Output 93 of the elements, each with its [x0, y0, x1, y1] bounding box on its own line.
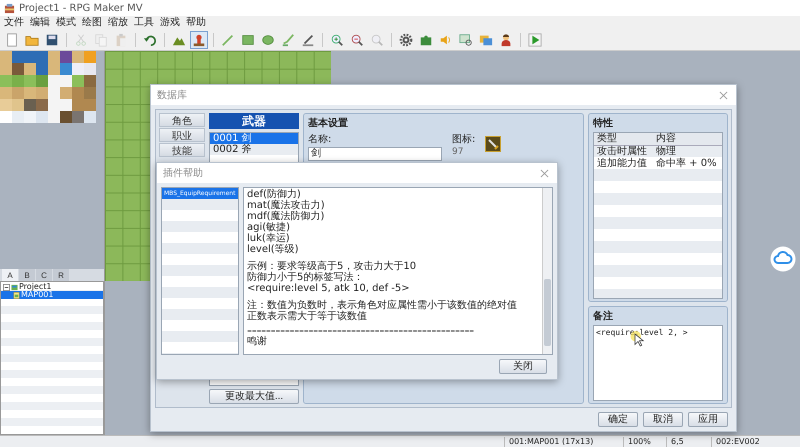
scissors-icon: [74, 33, 88, 47]
name-field[interactable]: 剑: [308, 147, 442, 161]
cloud-icon[interactable]: [770, 246, 796, 272]
menu-item[interactable]: 工具: [134, 17, 154, 29]
column-header: 类型: [596, 133, 618, 145]
dialog-button[interactable]: 确定: [598, 412, 638, 427]
window-title: Project1 - RPG Maker MV: [19, 2, 143, 14]
pen-icon: [301, 33, 315, 47]
clipboard-icon: [114, 33, 128, 47]
help-text-line: 示例：要求等级高于5，攻击力大于10: [247, 261, 418, 272]
tileset-tab[interactable]: R: [53, 269, 69, 281]
status-text: 002:EV002: [711, 436, 800, 446]
copy-icon: [94, 33, 108, 47]
category-tab[interactable]: 技能: [159, 143, 205, 157]
app-icon: [4, 2, 15, 14]
search-window-icon: [459, 33, 473, 47]
collapse-icon[interactable]: [3, 284, 10, 290]
help-text-line: 正数表示需大于等于该数值: [247, 311, 368, 322]
close-icon[interactable]: [719, 90, 728, 100]
help-text-line: luk(幸运): [247, 233, 291, 244]
event-tool-button[interactable]: [190, 31, 208, 49]
magnifier-icon: [370, 33, 384, 47]
database-tool-button[interactable]: [397, 31, 415, 49]
column-header: 内容: [655, 133, 676, 145]
list-header: 武器: [209, 113, 299, 129]
speaker-icon: [439, 33, 453, 47]
status-text: 6,5: [666, 436, 711, 446]
dialog-button[interactable]: 应用: [688, 412, 728, 427]
menu-item[interactable]: 编辑: [30, 17, 50, 29]
note-field[interactable]: <require:level 2, >: [593, 325, 723, 401]
rectangle-icon: [241, 33, 255, 47]
play-tool-button[interactable]: [526, 31, 544, 49]
help-text-line: level(等级): [247, 244, 300, 255]
icon-index: 97: [452, 147, 464, 157]
list-item[interactable]: 0001 剑: [210, 133, 298, 144]
dialog-button[interactable]: 取消: [643, 412, 683, 427]
dialog-title: 插件帮助: [163, 166, 203, 180]
tree-item[interactable]: Project1: [1, 283, 103, 291]
panel-title: 基本设置: [308, 116, 349, 130]
play-icon: [528, 33, 542, 47]
menu-item[interactable]: 游戏: [160, 17, 180, 29]
field-label: 图标:: [452, 132, 476, 146]
scrollbar[interactable]: [542, 188, 552, 354]
category-tab[interactable]: 角色: [159, 113, 205, 127]
tileset-tab[interactable]: B: [19, 269, 35, 281]
folder-icon: [25, 33, 39, 47]
help-text-line: 鸣谢: [247, 336, 268, 347]
menu-item[interactable]: 缩放: [108, 17, 128, 29]
zoom-out-icon: [350, 33, 364, 47]
menu-item[interactable]: 文件: [4, 17, 24, 29]
panel-title: 特性: [593, 116, 614, 130]
close-button[interactable]: 关闭: [499, 359, 547, 374]
status-text: 100%: [623, 436, 666, 446]
help-text-line: 注：数值为负数时，表示角色对应属性需小于该数值的绝对值: [247, 300, 518, 311]
person-icon: [499, 33, 513, 47]
list-item[interactable]: 0002 斧: [210, 144, 298, 155]
puzzle-icon: [419, 33, 433, 47]
help-text-line: <require:level 5, atk 10, def -5>: [247, 283, 411, 294]
dialog-title: 数据库: [157, 88, 187, 102]
ellipse-icon: [261, 33, 275, 47]
pencil-icon: [221, 33, 235, 47]
category-tab[interactable]: 职业: [159, 128, 205, 142]
menu-item[interactable]: 绘图: [82, 17, 102, 29]
tileset-tab[interactable]: C: [36, 269, 52, 281]
close-icon[interactable]: [540, 168, 549, 178]
undo-arrow-icon: [143, 33, 157, 47]
help-text-line: mdf(魔法防御力): [247, 211, 326, 222]
images-icon: [479, 33, 493, 47]
brush-icon: [281, 33, 295, 47]
menu-item[interactable]: 模式: [56, 17, 76, 29]
figure-icon: [192, 33, 206, 47]
menu-item[interactable]: 帮助: [186, 17, 206, 29]
sword-icon[interactable]: [485, 136, 502, 152]
table-cell-text: 物理: [655, 146, 676, 158]
panel-title: 备注: [593, 309, 614, 323]
map-icon: [13, 292, 20, 298]
status-text: 001:MAP001 (17x13): [504, 436, 623, 446]
tileset-tab[interactable]: A: [2, 269, 18, 281]
tileset-drawing[interactable]: [0, 51, 96, 123]
tree-item[interactable]: MAP001: [1, 291, 103, 299]
help-text-line: 防御力小于5的标签写法：: [247, 272, 364, 283]
table-cell-text: 追加能力值: [596, 158, 648, 170]
help-text-line: mat(魔法攻击力): [247, 200, 326, 211]
table-cell-text: 攻击时属性: [596, 146, 648, 158]
change-maximum-button[interactable]: 更改最大值...: [209, 389, 299, 404]
field-label: 名称:: [308, 133, 332, 146]
gear-icon: [399, 33, 413, 47]
help-text-line: def(防御力): [247, 189, 301, 200]
project-icon: [11, 284, 18, 290]
page-icon: [5, 33, 19, 47]
table-cell-text: 命中率 + 0%: [655, 158, 717, 170]
help-text-line: agi(敏捷): [247, 222, 292, 233]
zoom-in-icon: [330, 33, 344, 47]
